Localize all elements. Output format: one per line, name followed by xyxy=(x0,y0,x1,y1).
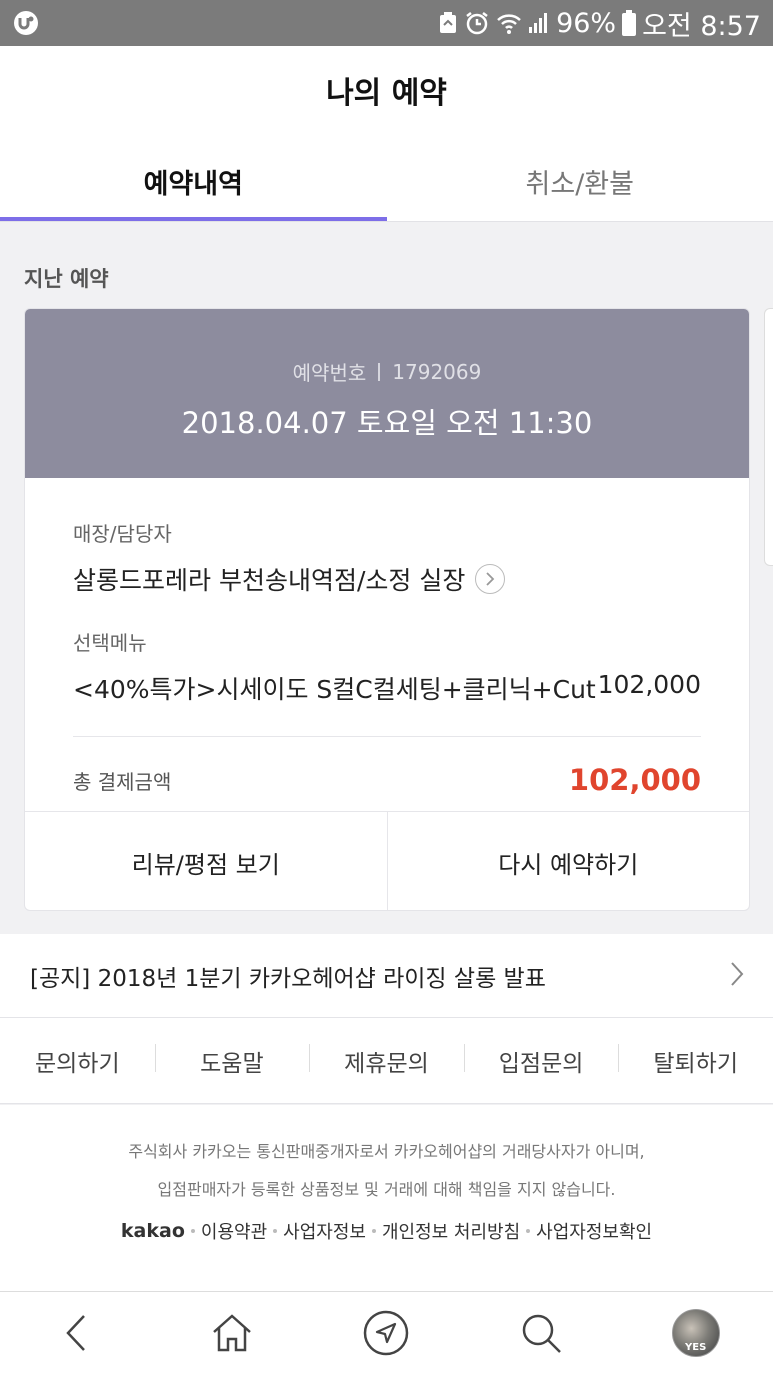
battery-icon xyxy=(622,10,637,36)
footer-link-help[interactable]: 도움말 xyxy=(154,1043,310,1078)
disclaimer-line-1: 주식회사 카카오는 통신판매중개자로서 카카오헤어샵의 거래당사자가 아니며, xyxy=(128,1142,645,1161)
tab-reservations[interactable]: 예약내역 xyxy=(0,146,387,222)
store-label: 매장/담당자 xyxy=(73,522,172,546)
menu-row: <40%특가>시세이도 S컬C컬세팅+클리닉+Cut 102,000 xyxy=(73,670,701,706)
avatar-text: YES xyxy=(685,1342,707,1353)
footer-link-partnership[interactable]: 제휴문의 xyxy=(309,1043,464,1078)
store-value[interactable]: 살롱드포레라 부천송내역점/소정 실장 xyxy=(73,561,465,597)
privacy-policy-link[interactable]: 개인정보 처리방침 xyxy=(382,1218,520,1244)
footer-link-withdraw[interactable]: 탈퇴하기 xyxy=(618,1043,773,1078)
divider xyxy=(0,221,773,222)
navigate-icon[interactable] xyxy=(356,1303,416,1363)
business-info-link[interactable]: 사업자정보 xyxy=(283,1218,366,1244)
reservation-number: 1792069 xyxy=(392,359,482,384)
separator-dot xyxy=(190,1229,195,1233)
terms-link[interactable]: 이용약관 xyxy=(201,1218,267,1244)
reservation-number-label: 예약번호 xyxy=(292,361,367,385)
total-amount: 102,000 xyxy=(568,763,701,797)
footer-link-store-entry[interactable]: 입점문의 xyxy=(463,1043,619,1078)
business-verify-link[interactable]: 사업자정보확인 xyxy=(536,1218,652,1244)
separator-dot xyxy=(273,1229,278,1233)
disclaimer: 주식회사 카카오는 통신판매중개자로서 카카오헤어샵의 거래당사자가 아니며, … xyxy=(0,1105,773,1293)
reservation-header: 예약번호 1792069 2018.04.07 토요일 오전 11:30 xyxy=(25,309,749,478)
footer-link-inquiry[interactable]: 문의하기 xyxy=(0,1044,155,1078)
chevron-right-icon[interactable] xyxy=(475,564,506,594)
disclaimer-line-2: 입점판매자가 등록한 상품정보 및 거래에 대해 책임을 지지 않습니다. xyxy=(157,1180,616,1199)
wifi-icon xyxy=(496,11,522,35)
total-row: 총 결제금액 102,000 xyxy=(73,763,701,797)
reservation-details: 매장/담당자 살롱드포레라 부천송내역점/소정 실장 선택메뉴 <40%특가>시… xyxy=(25,478,749,797)
menu-price: 102,000 xyxy=(597,670,701,699)
alarm-icon xyxy=(464,10,490,36)
status-bar: 96% 오전 8:57 xyxy=(0,0,773,46)
separator-dot xyxy=(526,1229,531,1233)
tab-cancel-refund[interactable]: 취소/환불 xyxy=(387,146,773,222)
menu-name: <40%특가>시세이도 S컬C컬세팅+클리닉+Cut xyxy=(73,675,596,704)
separator xyxy=(378,362,381,381)
reservation-number-row: 예약번호 1792069 xyxy=(25,309,749,386)
search-icon[interactable] xyxy=(511,1303,571,1363)
avatar[interactable]: YES xyxy=(671,1309,720,1357)
header: 나의 예약 예약내역 취소/환불 xyxy=(0,46,773,222)
bottom-nav: YES xyxy=(0,1291,773,1374)
home-icon[interactable] xyxy=(202,1303,262,1363)
notice-text[interactable]: [공지] 2018년 1분기 카카오헤어샵 라이징 살롱 발표 xyxy=(30,959,546,993)
reservation-card: 예약번호 1792069 2018.04.07 토요일 오전 11:30 매장/… xyxy=(24,308,750,911)
tab-bar: 예약내역 취소/환불 xyxy=(0,146,773,222)
signal-icon xyxy=(528,12,550,34)
storage-icon xyxy=(438,11,458,35)
clock: 오전 8:57 xyxy=(642,10,761,42)
kakao-logo: kakao xyxy=(120,1220,185,1242)
section-label-past: 지난 예약 xyxy=(24,267,109,291)
rebook-button[interactable]: 다시 예약하기 xyxy=(386,812,750,910)
reservation-datetime: 2018.04.07 토요일 오전 11:30 xyxy=(181,406,593,440)
menu-label: 선택메뉴 xyxy=(73,631,147,655)
view-review-button[interactable]: 리뷰/평점 보기 xyxy=(25,812,387,910)
page-title: 나의 예약 xyxy=(326,76,447,111)
total-label: 총 결제금액 xyxy=(73,769,172,794)
app-notification-icon xyxy=(12,9,40,37)
divider xyxy=(73,736,701,737)
notice-banner[interactable]: [공지] 2018년 1분기 카카오헤어샵 라이징 살롱 발표 xyxy=(0,934,773,1018)
profile-button[interactable]: YES xyxy=(666,1303,726,1363)
battery-percent: 96% xyxy=(556,7,617,39)
chevron-right-icon xyxy=(729,961,745,991)
card-actions: 리뷰/평점 보기 다시 예약하기 xyxy=(25,811,750,910)
store-row[interactable]: 살롱드포레라 부천송내역점/소정 실장 xyxy=(73,561,701,597)
separator-dot xyxy=(371,1229,376,1233)
footer-links: 문의하기 도움말 제휴문의 입점문의 탈퇴하기 xyxy=(0,1018,773,1104)
company-links: kakao 이용약관 사업자정보 개인정보 처리방침 사업자정보확인 xyxy=(0,1218,773,1244)
next-reservation-card[interactable] xyxy=(764,308,773,566)
back-icon[interactable] xyxy=(47,1303,107,1363)
